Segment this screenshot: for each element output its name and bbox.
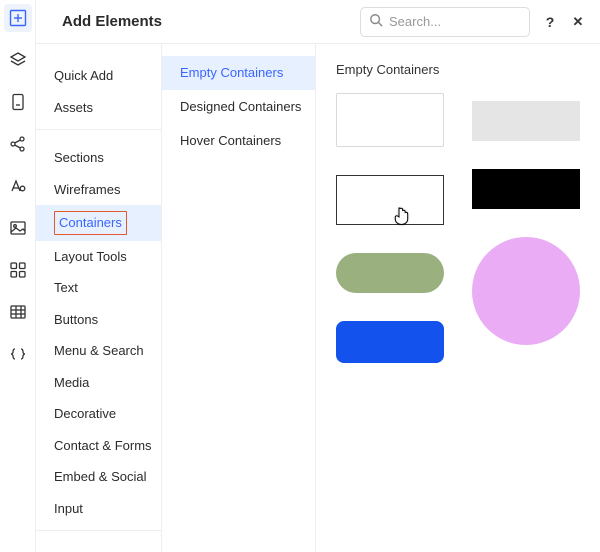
search-input-wrap[interactable]: [360, 7, 530, 37]
rail-layers-icon[interactable]: [4, 46, 32, 74]
category-item[interactable]: Media: [36, 367, 161, 399]
add-elements-panel: Add Elements ? ✕ Quick Add Assets Sectio…: [36, 0, 600, 552]
container-preview-pill[interactable]: [336, 253, 444, 293]
rail-page-icon[interactable]: [4, 88, 32, 116]
panel-header: Add Elements ? ✕: [36, 0, 600, 44]
category-item[interactable]: Embed & Social: [36, 461, 161, 493]
subcategory-item[interactable]: Hover Containers: [162, 124, 315, 158]
category-item[interactable]: Input: [36, 493, 161, 525]
close-button[interactable]: ✕: [570, 14, 586, 30]
panel-title: Add Elements: [62, 13, 162, 30]
left-icon-rail: [0, 0, 36, 552]
category-item[interactable]: Text: [36, 272, 161, 304]
preview-title: Empty Containers: [336, 62, 580, 77]
category-item[interactable]: Decorative: [36, 398, 161, 430]
category-item[interactable]: Wireframes: [36, 174, 161, 206]
category-item[interactable]: Buttons: [36, 304, 161, 336]
panel-body: Quick Add Assets Sections Wireframes Con…: [36, 44, 600, 552]
container-preview-circle[interactable]: [472, 237, 580, 345]
rail-code-icon[interactable]: [4, 340, 32, 368]
category-item[interactable]: Menu & Search: [36, 335, 161, 367]
category-list: Quick Add Assets Sections Wireframes Con…: [36, 44, 162, 552]
container-preview-rounded[interactable]: [336, 321, 444, 363]
preview-area: Empty Containers: [316, 44, 600, 552]
container-preview-bordered[interactable]: [336, 175, 444, 225]
category-item[interactable]: Blog: [36, 543, 161, 552]
container-preview-plain[interactable]: [336, 93, 444, 147]
category-item[interactable]: Sections: [36, 142, 161, 174]
container-preview-grey[interactable]: [472, 101, 580, 141]
search-input[interactable]: [389, 14, 521, 29]
rail-typography-icon[interactable]: [4, 172, 32, 200]
subcategory-list: Empty Containers Designed Containers Hov…: [162, 44, 316, 552]
rail-share-icon[interactable]: [4, 130, 32, 158]
category-item[interactable]: Quick Add: [36, 60, 161, 92]
rail-table-icon[interactable]: [4, 298, 32, 326]
rail-image-icon[interactable]: [4, 214, 32, 242]
search-icon: [369, 13, 383, 30]
pointer-cursor-icon: [393, 206, 411, 229]
category-item[interactable]: Assets: [36, 92, 161, 124]
category-item[interactable]: Layout Tools: [36, 241, 161, 273]
subcategory-item[interactable]: Empty Containers: [162, 56, 315, 90]
rail-apps-icon[interactable]: [4, 256, 32, 284]
container-preview-black[interactable]: [472, 169, 580, 209]
rail-add-icon[interactable]: [4, 4, 32, 32]
category-item-containers[interactable]: Containers: [36, 205, 161, 241]
help-button[interactable]: ?: [542, 14, 558, 30]
subcategory-item[interactable]: Designed Containers: [162, 90, 315, 124]
category-item[interactable]: Contact & Forms: [36, 430, 161, 462]
